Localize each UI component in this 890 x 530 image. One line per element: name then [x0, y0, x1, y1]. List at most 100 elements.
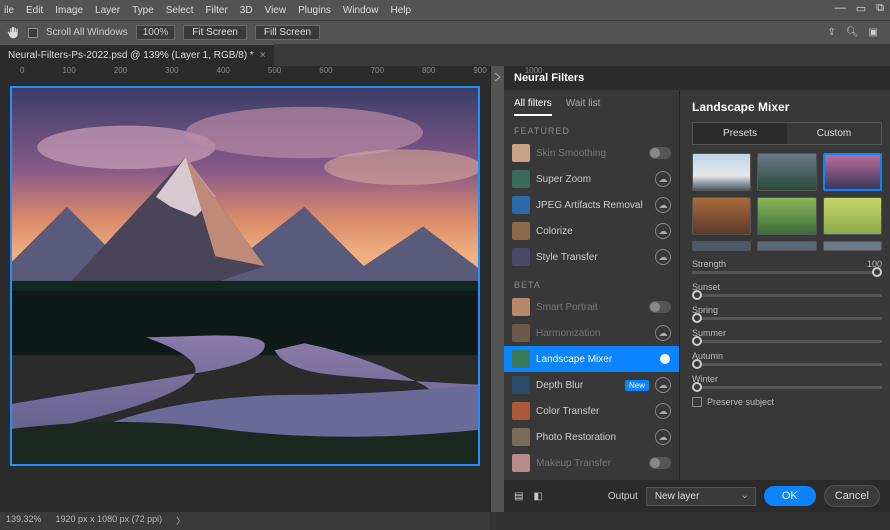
slider-track[interactable]	[692, 271, 882, 274]
toggle[interactable]	[649, 353, 671, 365]
output-dropdown[interactable]: New layer	[646, 487, 756, 506]
filter-color-transfer[interactable]: Color Transfer ☁	[504, 398, 679, 424]
download-icon[interactable]: ☁	[655, 377, 671, 393]
canvas-area: 0 100 200 300 400 500 600 700 800 900 10…	[0, 66, 490, 512]
menu-type[interactable]: Type	[132, 5, 154, 16]
status-zoom: 139.32%	[6, 514, 42, 528]
menu-image[interactable]: Image	[55, 5, 83, 16]
status-chevron-icon[interactable]: 〉	[176, 514, 185, 528]
filter-super-zoom[interactable]: Super Zoom ☁	[504, 166, 679, 192]
fit-screen-button[interactable]: Fit Screen	[183, 25, 247, 40]
zoom-field[interactable]: 100%	[136, 25, 176, 40]
download-icon[interactable]: ☁	[655, 223, 671, 239]
filter-thumb-icon	[512, 454, 530, 472]
menu-select[interactable]: Select	[166, 5, 194, 16]
cancel-button[interactable]: Cancel	[824, 485, 880, 507]
menu-filter[interactable]: Filter	[206, 5, 228, 16]
filter-makeup-transfer[interactable]: Makeup Transfer	[504, 450, 679, 476]
download-icon[interactable]: ☁	[655, 249, 671, 265]
fill-screen-button[interactable]: Fill Screen	[255, 25, 320, 40]
menu-edit[interactable]: Edit	[26, 5, 43, 16]
tab-all-filters[interactable]: All filters	[514, 98, 552, 116]
filter-jpeg-artifacts[interactable]: JPEG Artifacts Removal ☁	[504, 192, 679, 218]
menu-file[interactable]: ile	[4, 5, 14, 16]
canvas[interactable]	[10, 86, 480, 466]
tab-presets[interactable]: Presets	[693, 123, 787, 144]
slider-track[interactable]	[692, 340, 882, 343]
download-icon[interactable]: ☁	[655, 429, 671, 445]
restore-icon[interactable]: ▭	[856, 2, 866, 15]
filter-label: JPEG Artifacts Removal	[536, 200, 649, 211]
scroll-all-label: Scroll All Windows	[46, 27, 128, 38]
preset-thumb[interactable]	[823, 153, 882, 191]
download-icon[interactable]: ☁	[655, 197, 671, 213]
toggle[interactable]	[649, 147, 671, 159]
slider-track[interactable]	[692, 386, 882, 389]
preset-thumb[interactable]	[823, 241, 882, 251]
minimize-icon[interactable]: —	[835, 2, 846, 15]
toggle[interactable]	[649, 301, 671, 313]
menu-3d[interactable]: 3D	[240, 5, 253, 16]
search-icon[interactable]: 🔍︎	[846, 27, 859, 38]
preset-thumb[interactable]	[757, 197, 816, 235]
filter-thumb-icon	[512, 324, 530, 342]
filter-thumb-icon	[512, 428, 530, 446]
document-tab[interactable]: Neural-Filters-Ps-2022.psd @ 139% (Layer…	[0, 44, 274, 66]
filter-style-transfer[interactable]: Style Transfer ☁	[504, 244, 679, 270]
menu-view[interactable]: View	[265, 5, 287, 16]
tab-custom[interactable]: Custom	[787, 123, 881, 144]
slider-track[interactable]	[692, 317, 882, 320]
download-icon[interactable]: ☁	[655, 403, 671, 419]
filter-depth-blur[interactable]: Depth Blur New ☁	[504, 372, 679, 398]
filter-landscape-mixer[interactable]: Landscape Mixer	[504, 346, 679, 372]
filter-colorize[interactable]: Colorize ☁	[504, 218, 679, 244]
ok-button[interactable]: OK	[764, 486, 816, 506]
preset-thumb[interactable]	[757, 153, 816, 191]
preset-thumb[interactable]	[823, 197, 882, 235]
ruler-tick: 700	[371, 66, 384, 80]
menu-help[interactable]: Help	[390, 5, 411, 16]
share-icon[interactable]: ⇪	[827, 27, 835, 38]
download-icon[interactable]: ☁	[655, 171, 671, 187]
preset-thumb[interactable]	[692, 197, 751, 235]
close-icon[interactable]: ×	[260, 50, 266, 61]
slider-winter: Winter	[692, 374, 882, 389]
preserve-checkbox[interactable]	[692, 397, 702, 407]
download-icon[interactable]: ☁	[655, 325, 671, 341]
filter-harmonization[interactable]: Harmonization ☁	[504, 320, 679, 346]
ruler-horizontal: 0 100 200 300 400 500 600 700 800 900 10…	[0, 66, 490, 80]
preset-grid	[692, 153, 882, 251]
preset-thumb[interactable]	[692, 241, 751, 251]
slider-track[interactable]	[692, 294, 882, 297]
menu-window[interactable]: Window	[343, 5, 379, 16]
ruler-tick: 300	[165, 66, 178, 80]
filter-photo-restoration[interactable]: Photo Restoration ☁	[504, 424, 679, 450]
neural-filters-panel: Neural Filters All filters Wait list FEA…	[504, 66, 890, 512]
filter-label: Super Zoom	[536, 174, 649, 185]
workspace-icon[interactable]: ▣	[869, 27, 878, 38]
menu-layer[interactable]: Layer	[95, 5, 120, 16]
tab-wait-list[interactable]: Wait list	[566, 98, 601, 116]
filter-thumb-icon	[512, 376, 530, 394]
filter-smart-portrait[interactable]: Smart Portrait	[504, 294, 679, 320]
preview-icon[interactable]: ◧	[533, 491, 542, 502]
filter-skin-smoothing[interactable]: Skin Smoothing	[504, 140, 679, 166]
menu-plugins[interactable]: Plugins	[298, 5, 331, 16]
preset-thumb[interactable]	[757, 241, 816, 251]
preset-thumb[interactable]	[692, 153, 751, 191]
slider-track[interactable]	[692, 363, 882, 366]
hand-tool-icon[interactable]	[6, 26, 20, 40]
filter-thumb-icon	[512, 402, 530, 420]
panel-collapse-strip[interactable]	[490, 66, 504, 512]
document-tab-title: Neural-Filters-Ps-2022.psd @ 139% (Layer…	[8, 50, 254, 61]
toggle[interactable]	[649, 457, 671, 469]
menubar: ile Edit Image Layer Type Select Filter …	[0, 0, 890, 20]
preset-tabs: Presets Custom	[692, 122, 882, 145]
ruler-tick: 200	[114, 66, 127, 80]
layers-icon[interactable]: ▤	[514, 491, 523, 502]
scroll-all-checkbox[interactable]	[28, 28, 38, 38]
preserve-subject-row[interactable]: Preserve subject	[692, 397, 882, 407]
filter-label: Harmonization	[536, 328, 649, 339]
frame-icon[interactable]: ⧉	[876, 2, 884, 15]
filter-label: Makeup Transfer	[536, 458, 643, 469]
